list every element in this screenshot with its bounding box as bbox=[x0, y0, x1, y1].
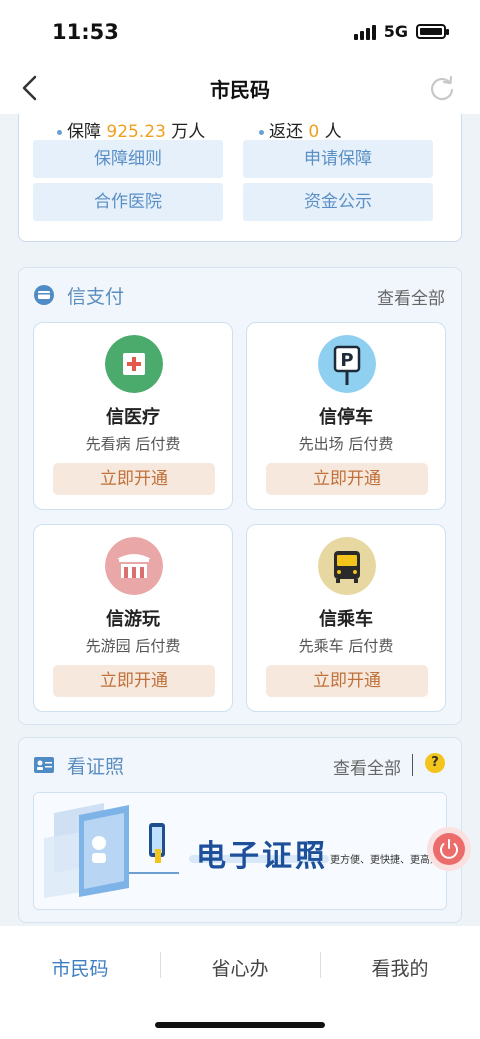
divider bbox=[411, 754, 413, 776]
stat-returned: 返还 0 人 bbox=[259, 117, 342, 142]
parking-icon: P bbox=[318, 335, 376, 393]
banner-title: 电子证照 bbox=[196, 839, 328, 874]
network-type: 5G bbox=[383, 22, 408, 41]
service-desc: 先游园 后付费 bbox=[85, 637, 181, 655]
status-indicators: 5G bbox=[353, 22, 449, 41]
stat-label: 返还 bbox=[269, 122, 303, 142]
credit-pay-section: 信支付 查看全部 信医疗 先看病 后付费 立即开通 P 信停车 先出场 后付费 bbox=[18, 267, 462, 725]
certificates-section: 看证照 查看全部 ? 电子证照 更方便、更快捷、更高效 bbox=[18, 737, 462, 923]
guarantee-rules-button[interactable]: 保障细则 bbox=[33, 140, 223, 178]
stat-label: 保障 bbox=[67, 122, 101, 142]
service-card-parking[interactable]: P 信停车 先出场 后付费 立即开通 bbox=[246, 322, 446, 510]
status-bar: 11:53 5G bbox=[0, 0, 480, 62]
status-time: 11:53 bbox=[52, 20, 119, 44]
view-all-link[interactable]: 查看全部 bbox=[333, 754, 401, 779]
service-card-medical[interactable]: 信医疗 先看病 后付费 立即开通 bbox=[33, 322, 233, 510]
bullet-dot bbox=[57, 129, 62, 135]
battery-icon bbox=[416, 24, 449, 39]
view-all-link[interactable]: 查看全部 bbox=[377, 284, 445, 309]
tab-citizen-code[interactable]: 市民码 bbox=[0, 954, 160, 981]
tab-my-account[interactable]: 看我的 bbox=[320, 954, 480, 981]
activate-button[interactable]: 立即开通 bbox=[266, 665, 428, 697]
page-title: 市民码 bbox=[210, 78, 270, 102]
guarantee-card: 保障 925.23 万人 返还 0 人 保障细则 申请保障 合作医院 资金公示 bbox=[18, 114, 462, 242]
bottom-tab-bar: 市民码 省心办 看我的 bbox=[0, 926, 480, 1039]
stat-guaranteed: 保障 925.23 万人 bbox=[57, 117, 205, 142]
park-gate-icon bbox=[105, 537, 163, 595]
service-name: 信游玩 bbox=[106, 609, 160, 630]
service-card-bus[interactable]: 信乘车 先乘车 后付费 立即开通 bbox=[246, 524, 446, 712]
power-icon[interactable] bbox=[425, 819, 473, 879]
partner-hospitals-button[interactable]: 合作医院 bbox=[33, 183, 223, 221]
signal-icon bbox=[353, 24, 376, 40]
service-name: 信停车 bbox=[319, 407, 373, 428]
section-title: 信支付 bbox=[67, 286, 125, 308]
main-content[interactable]: 保障 925.23 万人 返还 0 人 保障细则 申请保障 合作医院 资金公示 … bbox=[0, 114, 480, 926]
service-card-park[interactable]: 信游玩 先游园 后付费 立即开通 bbox=[33, 524, 233, 712]
svg-text:P: P bbox=[340, 350, 353, 371]
stat-unit: 万人 bbox=[171, 122, 206, 142]
bullet-dot bbox=[259, 129, 264, 135]
id-card-icon bbox=[34, 757, 54, 773]
service-desc: 先看病 后付费 bbox=[85, 435, 181, 453]
tab-easy-services[interactable]: 省心办 bbox=[160, 954, 320, 981]
service-name: 信医疗 bbox=[106, 407, 160, 428]
activate-button[interactable]: 立即开通 bbox=[266, 463, 428, 495]
service-desc: 先乘车 后付费 bbox=[298, 637, 394, 655]
wallet-icon bbox=[34, 285, 54, 305]
e-certificate-banner[interactable]: 电子证照 更方便、更快捷、更高效 bbox=[33, 792, 447, 910]
stat-value: 0 bbox=[308, 122, 320, 142]
stat-unit: 人 bbox=[324, 122, 342, 142]
banner-subtitle: 更方便、更快捷、更高效 bbox=[330, 855, 440, 866]
bus-icon bbox=[318, 537, 376, 595]
refresh-icon[interactable] bbox=[428, 74, 456, 102]
activate-button[interactable]: 立即开通 bbox=[53, 665, 215, 697]
stat-value: 925.23 bbox=[106, 122, 166, 142]
fund-disclosure-button[interactable]: 资金公示 bbox=[243, 183, 433, 221]
service-name: 信乘车 bbox=[319, 609, 373, 630]
home-indicator[interactable] bbox=[155, 1022, 325, 1028]
section-title: 看证照 bbox=[67, 756, 125, 778]
medical-icon bbox=[105, 335, 163, 393]
nav-bar: 市民码 bbox=[0, 62, 480, 114]
help-icon[interactable]: ? bbox=[425, 753, 445, 773]
service-desc: 先出场 后付费 bbox=[298, 435, 394, 453]
apply-guarantee-button[interactable]: 申请保障 bbox=[243, 140, 433, 178]
activate-button[interactable]: 立即开通 bbox=[53, 463, 215, 495]
